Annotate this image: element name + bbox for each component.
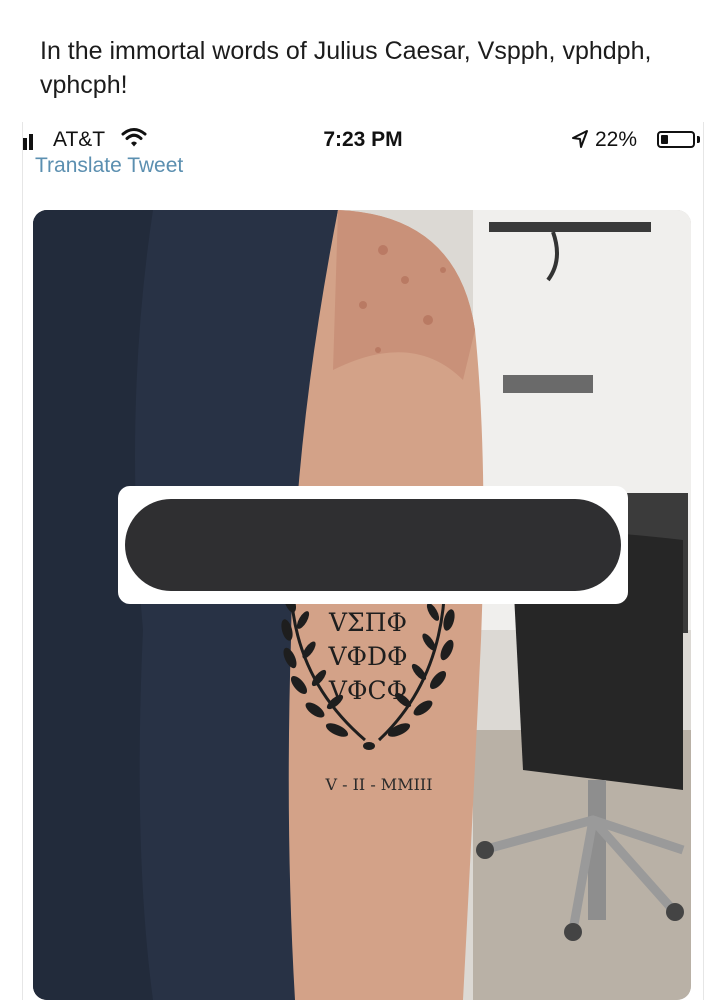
tattoo-line-1: VΣΠΦ (328, 608, 407, 637)
translate-tweet-link[interactable]: Translate Tweet (35, 154, 183, 178)
tweet-screenshot: AT&T 7:23 PM 22% Translate Tweet VΣΠΦ VΦ… (22, 122, 704, 1000)
battery-icon (657, 131, 695, 148)
redaction-box (118, 486, 628, 604)
redaction-bar (125, 499, 621, 591)
tattoo-photo-illustration: VΣΠΦ VΦDΦ VΦCΦ V - II - MMIII (33, 210, 691, 1000)
battery-tip (697, 136, 700, 143)
location-arrow-icon (572, 130, 588, 148)
post-caption: In the immortal words of Julius Caesar, … (40, 37, 652, 99)
tattoo-line-2: VΦDΦ (327, 642, 407, 671)
tweet-photo[interactable]: VΣΠΦ VΦDΦ VΦCΦ V - II - MMIII (33, 210, 691, 1000)
tattoo-date: V - II - MMIII (324, 775, 432, 794)
tattoo-line-3: VΦCΦ (328, 676, 407, 705)
battery-percent: 22% (595, 128, 638, 151)
